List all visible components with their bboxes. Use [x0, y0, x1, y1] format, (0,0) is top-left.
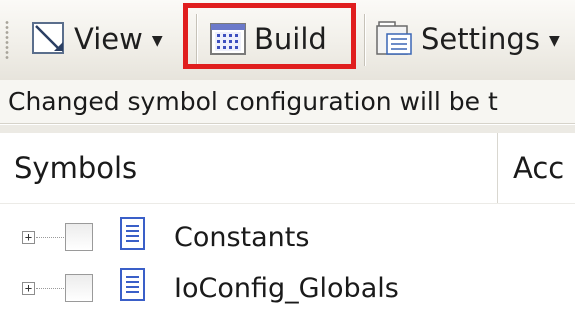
- tree-item-label: IoConfig_Globals: [174, 272, 399, 304]
- toolbar-separator: [364, 14, 365, 66]
- section-divider: [0, 125, 575, 133]
- column-divider[interactable]: [497, 133, 498, 203]
- document-icon: [119, 216, 147, 258]
- view-icon: [30, 20, 68, 58]
- tree-item-label: Constants: [174, 221, 310, 253]
- column-header-symbols[interactable]: Symbols: [14, 151, 137, 185]
- view-button[interactable]: View ▼: [30, 12, 163, 66]
- tree-item-checkbox[interactable]: [65, 274, 93, 302]
- toolbar-separator: [196, 14, 197, 66]
- info-bar-text: Changed symbol configuration will be t: [8, 87, 498, 116]
- toolbar: View ▼ Build Settings ▼: [0, 0, 575, 81]
- tree-item-constants[interactable]: + Constants: [0, 213, 575, 261]
- expand-icon[interactable]: +: [22, 230, 35, 244]
- tree-connector: [36, 236, 64, 238]
- settings-button-label: Settings: [421, 22, 540, 56]
- view-dropdown-arrow-icon[interactable]: ▼: [152, 33, 163, 49]
- build-button-label: Build: [254, 22, 327, 56]
- document-icon: [119, 267, 147, 309]
- view-button-label: View: [74, 22, 143, 56]
- info-bar: Changed symbol configuration will be t: [0, 80, 575, 124]
- column-header-access[interactable]: Acc: [513, 151, 564, 185]
- toolbar-grip[interactable]: [5, 20, 9, 60]
- settings-button[interactable]: Settings ▼: [375, 12, 560, 66]
- tree-connector: [36, 287, 64, 289]
- grid-header: Symbols Acc: [0, 133, 575, 204]
- build-icon: [208, 20, 248, 58]
- tree-item-checkbox[interactable]: [65, 223, 93, 251]
- settings-icon: [375, 20, 415, 58]
- tree-item-ioconfig-globals[interactable]: + IoConfig_Globals: [0, 264, 575, 312]
- settings-dropdown-arrow-icon[interactable]: ▼: [549, 33, 560, 49]
- build-button[interactable]: Build: [208, 12, 327, 66]
